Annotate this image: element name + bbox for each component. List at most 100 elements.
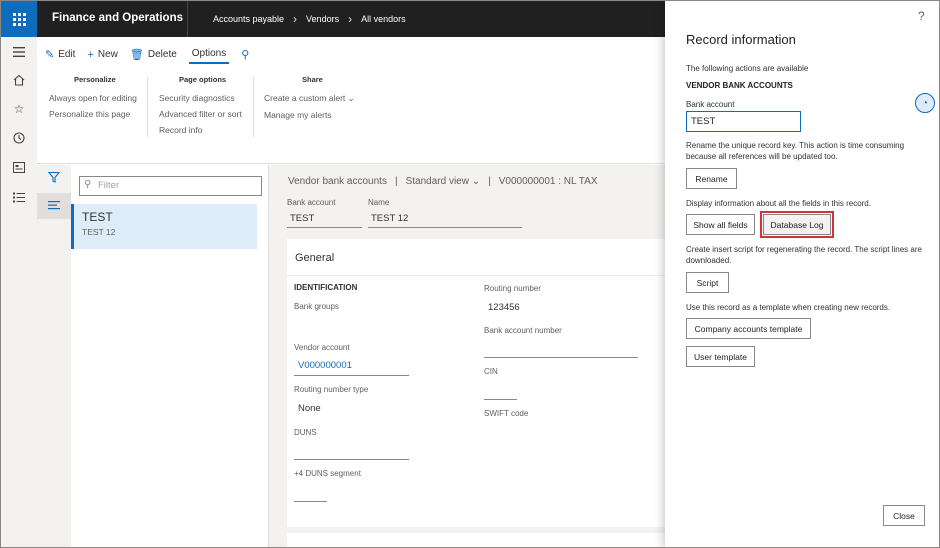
routing-number-value[interactable]: 123456 <box>488 302 520 313</box>
rename-description: Rename the unique record key. This actio… <box>686 141 905 161</box>
new-button[interactable]: + New <box>87 49 117 61</box>
navigation-pane: ☆ <box>1 37 37 547</box>
vendor-account-link[interactable]: V000000001 <box>298 360 352 371</box>
group-title: Page options <box>179 75 227 84</box>
general-fasttab: General IDENTIFICATION Bank groups Vendo… <box>287 239 665 527</box>
record-info[interactable]: Record info <box>159 125 242 135</box>
edit-icon: ✎ <box>45 49 55 61</box>
list-pane: ⚲ Filter TEST TEST 12 <box>71 165 269 547</box>
create-custom-alert[interactable]: Create a custom alert ⌄ <box>264 93 355 104</box>
show-all-fields-button[interactable]: Show all fields <box>686 214 755 235</box>
company-accounts-template-button[interactable]: Company accounts template <box>686 318 811 339</box>
form-header: Vendor bank accounts | Standard view ⌄ |… <box>288 176 598 187</box>
cin-field[interactable] <box>484 399 517 400</box>
star-icon[interactable]: ☆ <box>10 100 28 118</box>
divider <box>253 77 254 137</box>
list-item-title: TEST <box>82 210 113 224</box>
list-item[interactable]: TEST TEST 12 <box>71 204 257 249</box>
manage-my-alerts[interactable]: Manage my alerts <box>264 110 355 120</box>
create-custom-alert-label: Create a custom alert <box>264 93 346 103</box>
security-diagnostics[interactable]: Security diagnostics <box>159 93 242 103</box>
home-icon[interactable] <box>10 71 28 89</box>
vendor-account-label: Vendor account <box>294 343 350 352</box>
filter-icon[interactable] <box>47 171 61 186</box>
form-record: V000000001 : NL TAX <box>498 176 598 187</box>
bank-account-field[interactable]: TEST <box>287 212 362 228</box>
view-label: Standard view <box>405 176 469 187</box>
top-bar: Finance and Operations Accounts payable … <box>1 1 665 37</box>
general-title[interactable]: General <box>295 252 334 264</box>
list-toolbar <box>37 165 71 547</box>
bank-account-number-field[interactable] <box>484 357 638 358</box>
copilot-icon[interactable]: ◔ <box>915 93 935 113</box>
routing-number-type-value[interactable]: None <box>298 403 321 414</box>
delete-label: Delete <box>147 49 177 60</box>
swift-code-label: SWIFT code <box>484 409 529 418</box>
app-title[interactable]: Finance and Operations <box>52 12 183 24</box>
workspace-icon[interactable] <box>10 158 28 176</box>
section-heading: VENDOR BANK ACCOUNTS <box>686 81 793 90</box>
record-information-panel: ? Record information The following actio… <box>665 1 939 547</box>
vendor-account-underline <box>294 375 409 376</box>
fields-description: Display information about all the fields… <box>686 199 871 208</box>
edit-label: Edit <box>58 49 76 60</box>
divider <box>147 77 148 137</box>
action-pane: ✎ Edit + New 🗑 Delete Options ⚲ Personal… <box>37 37 665 164</box>
delete-button[interactable]: 🗑 Delete <box>130 48 177 61</box>
add-icon: + <box>87 48 94 61</box>
edit-button[interactable]: ✎ Edit <box>45 48 75 61</box>
action-tabs: ✎ Edit + New 🗑 Delete Options ⚲ <box>45 45 249 64</box>
form-entity: Vendor bank accounts <box>288 176 387 187</box>
waffle-icon[interactable] <box>1 1 37 37</box>
name-field[interactable]: TEST 12 <box>368 212 522 228</box>
personalize-this-page[interactable]: Personalize this page <box>49 109 137 119</box>
bank-account-label: Bank account <box>686 100 735 109</box>
template-description: Use this record as a template when creat… <box>686 303 891 312</box>
next-fasttab <box>287 533 665 547</box>
breadcrumb-vendors[interactable]: Vendors <box>306 14 339 24</box>
user-template-button[interactable]: User template <box>686 346 755 367</box>
duns-label: DUNS <box>294 428 317 437</box>
search-icon[interactable]: ⚲ <box>241 48 249 61</box>
divider <box>287 275 665 276</box>
panel-title: Record information <box>686 32 796 47</box>
bank-account-number-label: Bank account number <box>484 326 562 335</box>
routing-number-label: Routing number <box>484 284 541 293</box>
filter-placeholder: Filter <box>98 180 120 191</box>
help-icon[interactable]: ? <box>918 9 925 23</box>
script-description: Create insert script for regenerating th… <box>686 245 922 265</box>
breadcrumb-all-vendors[interactable]: All vendors <box>361 14 406 24</box>
always-open-for-editing[interactable]: Always open for editing <box>49 93 137 103</box>
chevron-down-icon: ⌄ <box>471 176 481 187</box>
clock-icon[interactable] <box>10 129 28 147</box>
advanced-filter-or-sort[interactable]: Advanced filter or sort <box>159 109 242 119</box>
breadcrumb: Accounts payable › Vendors › All vendors <box>213 11 406 26</box>
group-title: Share <box>302 75 323 84</box>
breadcrumb-accounts-payable[interactable]: Accounts payable <box>213 14 284 24</box>
delete-icon: 🗑 <box>129 49 144 61</box>
database-log-button[interactable]: Database Log <box>760 211 834 238</box>
hamburger-icon[interactable] <box>10 43 28 61</box>
list-toggle[interactable] <box>37 193 71 219</box>
view-selector[interactable]: Standard view ⌄ <box>406 176 481 187</box>
filter-input[interactable]: ⚲ Filter <box>79 176 262 196</box>
routing-number-type-label: Routing number type <box>294 385 369 394</box>
rename-button[interactable]: Rename <box>686 168 737 189</box>
search-icon: ⚲ <box>84 179 92 190</box>
duns-segment-field[interactable] <box>294 501 327 502</box>
cin-label: CIN <box>484 367 498 376</box>
script-button[interactable]: Script <box>686 272 729 293</box>
app-window: Finance and Operations Accounts payable … <box>0 0 940 548</box>
bank-account-input[interactable]: TEST <box>686 111 801 132</box>
tab-options[interactable]: Options <box>188 48 230 64</box>
chevron-right-icon: › <box>293 11 298 26</box>
list-icon <box>48 201 60 210</box>
group-title: Personalize <box>74 75 116 84</box>
close-button[interactable]: Close <box>883 505 925 526</box>
list-item-subtitle: TEST 12 <box>82 227 116 237</box>
list-icon[interactable] <box>10 188 28 206</box>
chevron-down-icon: ⌄ <box>347 93 355 103</box>
duns-field[interactable] <box>294 459 409 460</box>
group-personalize: Personalize Always open for editing Pers… <box>49 75 137 125</box>
divider <box>187 1 188 37</box>
